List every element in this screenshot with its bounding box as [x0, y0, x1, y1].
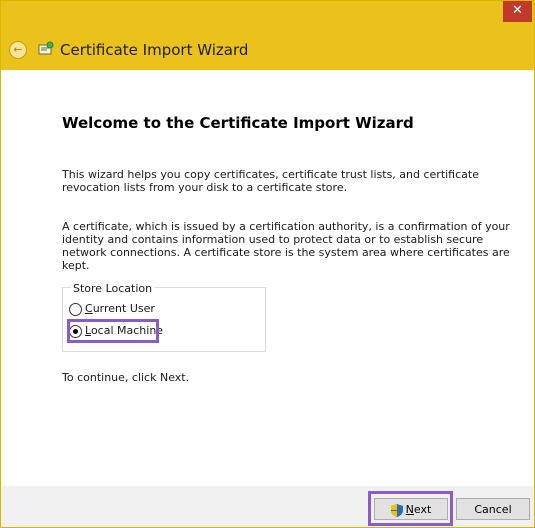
radio-current-user[interactable]: Current User — [69, 302, 155, 316]
store-location-legend: Store Location — [71, 282, 155, 295]
radio-unchecked-icon[interactable] — [69, 302, 82, 316]
certificate-icon — [38, 41, 54, 55]
wizard-header: ← Certificate Import Wizard — [1, 30, 534, 70]
store-location-group: Store Location Current User Local Machin… — [62, 282, 266, 352]
continue-instruction: To continue, click Next. — [62, 371, 190, 384]
page-title: Welcome to the Certificate Import Wizard — [62, 114, 414, 132]
access-key: N — [405, 503, 414, 516]
cancel-button[interactable]: Cancel — [456, 498, 530, 520]
wizard-window: ✕ ← Certificate Import Wizard Welcome to… — [0, 0, 535, 528]
close-button[interactable]: ✕ — [503, 1, 532, 22]
access-key: C — [85, 302, 93, 315]
back-arrow-icon[interactable]: ← — [9, 41, 27, 59]
title-bar: ✕ — [1, 1, 534, 30]
wizard-content: Welcome to the Certificate Import Wizard… — [1, 70, 534, 486]
description-paragraph: A certificate, which is issued by a cert… — [62, 220, 510, 272]
next-button[interactable]: Next — [374, 498, 448, 520]
intro-paragraph: This wizard helps you copy certificates,… — [62, 168, 479, 194]
radio-label: urrent User — [92, 302, 155, 315]
next-label: ext — [413, 503, 432, 516]
wizard-footer: Next Cancel — [1, 486, 534, 527]
wizard-title: Certificate Import Wizard — [60, 41, 249, 59]
uac-shield-icon — [390, 503, 403, 517]
local-machine-highlight — [67, 319, 159, 343]
